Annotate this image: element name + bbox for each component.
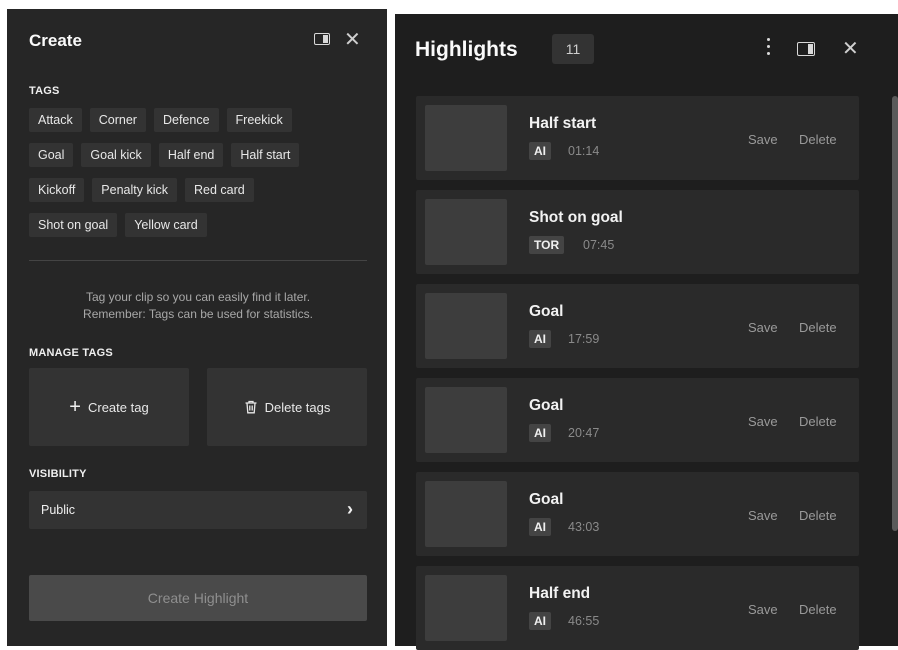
highlight-title: Goal: [529, 397, 564, 414]
highlight-thumbnail[interactable]: [425, 387, 507, 453]
tag-chip[interactable]: Penalty kick: [92, 178, 177, 202]
visibility-label: VISIBILITY: [29, 468, 87, 480]
highlight-item[interactable]: Goal AI 17:59 Save Delete: [416, 284, 859, 368]
tag-chip[interactable]: Red card: [185, 178, 254, 202]
highlight-time: 46:55: [568, 614, 600, 628]
tag-chip[interactable]: Shot on goal: [29, 213, 118, 237]
create-highlight-button[interactable]: Create Highlight: [29, 575, 367, 621]
highlight-title: Goal: [529, 491, 564, 508]
visibility-select[interactable]: Public ›: [29, 491, 367, 529]
save-button[interactable]: Save: [748, 414, 778, 429]
manage-tags-label: MANAGE TAGS: [29, 347, 113, 359]
highlight-time: 01:14: [568, 144, 600, 158]
highlight-thumbnail[interactable]: [425, 481, 507, 547]
highlight-source-badge: AI: [529, 330, 551, 348]
close-icon[interactable]: ✕: [344, 30, 361, 50]
highlight-title: Goal: [529, 303, 564, 320]
tag-chip[interactable]: Defence: [153, 108, 219, 132]
tag-chip[interactable]: Half end: [158, 143, 224, 167]
highlight-title: Half end: [529, 585, 591, 602]
create-tag-label: Create tag: [87, 399, 149, 415]
delete-button[interactable]: Delete: [799, 508, 837, 523]
divider: [29, 260, 367, 261]
trash-icon: [245, 400, 257, 414]
highlight-time: 07:45: [583, 238, 615, 252]
tag-chip[interactable]: Freekick: [226, 108, 292, 132]
highlight-item[interactable]: Shot on goal TOR 07:45: [416, 190, 859, 274]
delete-button[interactable]: Delete: [799, 602, 837, 617]
highlight-item[interactable]: Half end AI 46:55 Save Delete: [416, 566, 859, 650]
highlight-title: Shot on goal: [529, 209, 623, 226]
kebab-menu-icon[interactable]: [767, 38, 771, 59]
tag-list: Attack Corner Defence Freekick Goal Goal…: [29, 108, 359, 248]
highlight-time: 20:47: [568, 426, 600, 440]
tag-hint-text: Tag your clip so you can easily find it …: [29, 289, 367, 323]
hint-line-1: Tag your clip so you can easily find it …: [85, 290, 311, 304]
scrollbar[interactable]: [892, 96, 898, 531]
highlight-item[interactable]: Goal AI 43:03 Save Delete: [416, 472, 859, 556]
highlight-item[interactable]: Goal AI 20:47 Save Delete: [416, 378, 859, 462]
tag-chip[interactable]: Half start: [231, 143, 300, 167]
close-icon[interactable]: ✕: [842, 39, 859, 59]
highlight-thumbnail[interactable]: [425, 199, 507, 265]
delete-tags-label: Delete tags: [264, 399, 331, 415]
create-panel-title: Create: [29, 31, 82, 50]
panel-toggle-icon[interactable]: [797, 42, 815, 56]
highlights-title: Highlights: [415, 38, 518, 61]
highlight-source-badge: TOR: [529, 236, 565, 254]
save-button[interactable]: Save: [748, 132, 778, 147]
save-button[interactable]: Save: [748, 508, 778, 523]
chevron-right-icon: ›: [347, 499, 353, 519]
highlight-source-badge: AI: [529, 612, 551, 630]
save-button[interactable]: Save: [748, 320, 778, 335]
highlight-title: Half start: [529, 115, 597, 132]
panel-toggle-icon[interactable]: [314, 33, 330, 45]
save-button[interactable]: Save: [748, 602, 778, 617]
highlight-time: 43:03: [568, 520, 600, 534]
tag-chip[interactable]: Yellow card: [125, 213, 207, 237]
highlights-count-badge: 11: [552, 34, 594, 64]
tags-section-label: TAGS: [29, 85, 60, 97]
tag-chip[interactable]: Attack: [29, 108, 82, 132]
hint-line-2: Remember: Tags can be used for statistic…: [83, 307, 313, 321]
delete-button[interactable]: Delete: [799, 320, 837, 335]
delete-button[interactable]: Delete: [799, 414, 837, 429]
highlight-thumbnail[interactable]: [425, 105, 507, 171]
highlight-source-badge: AI: [529, 424, 551, 442]
highlight-item[interactable]: Half start AI 01:14 Save Delete: [416, 96, 859, 180]
highlight-thumbnail[interactable]: [425, 575, 507, 641]
delete-tags-button[interactable]: Delete tags: [207, 368, 367, 446]
highlight-time: 17:59: [568, 332, 600, 346]
delete-button[interactable]: Delete: [799, 132, 837, 147]
highlights-panel: Highlights 11 ✕ Half start AI 01:14 Save…: [395, 14, 898, 650]
tag-chip[interactable]: Kickoff: [29, 178, 85, 202]
tag-chip[interactable]: Corner: [89, 108, 146, 132]
create-tag-button[interactable]: + Create tag: [29, 368, 189, 446]
tag-chip[interactable]: Goal kick: [81, 143, 151, 167]
highlight-source-badge: AI: [529, 518, 551, 536]
visibility-value: Public: [41, 503, 76, 517]
plus-icon: +: [69, 396, 81, 418]
highlight-source-badge: AI: [529, 142, 551, 160]
create-panel: Create ✕ TAGS Attack Corner Defence Free…: [7, 9, 387, 646]
tag-chip[interactable]: Goal: [29, 143, 74, 167]
highlight-thumbnail[interactable]: [425, 293, 507, 359]
